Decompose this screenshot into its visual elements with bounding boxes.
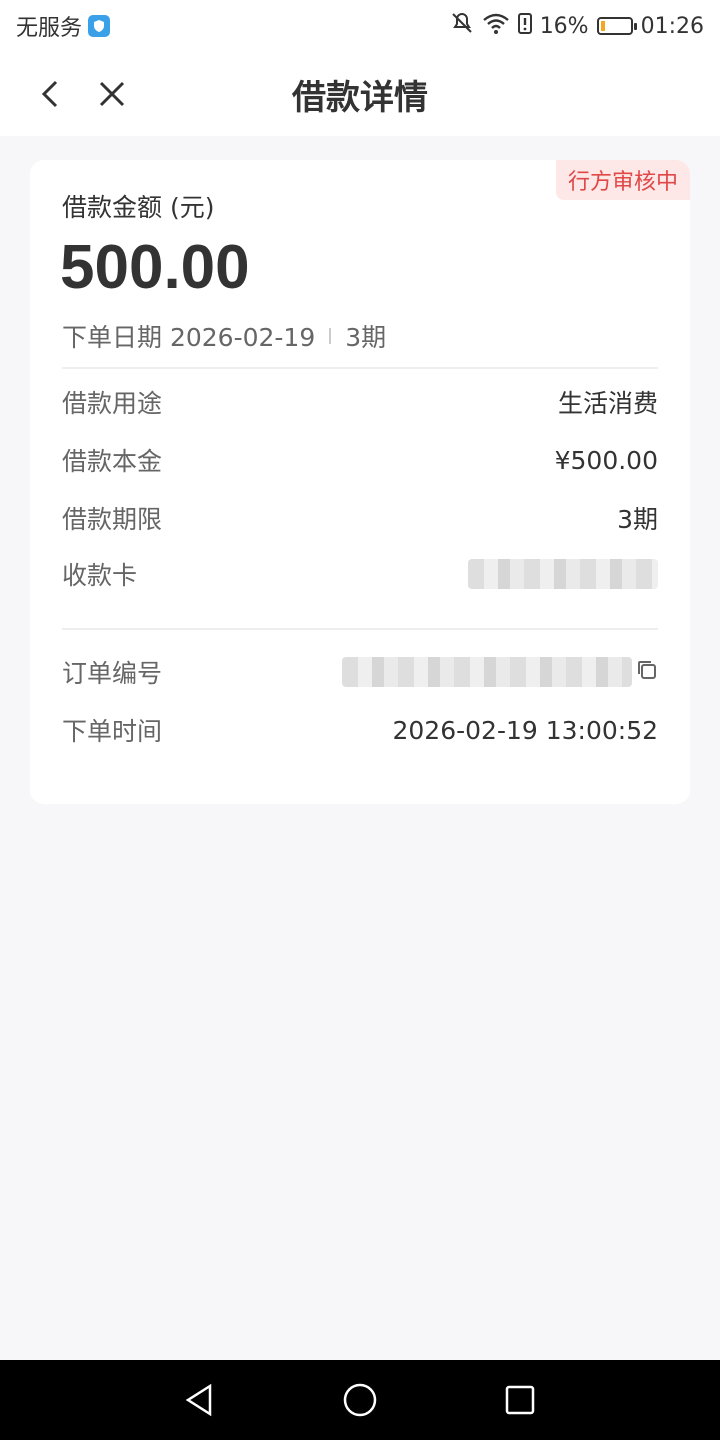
battery-fill [600,21,605,31]
carrier-text: 无服务 [16,16,83,41]
battery-icon [596,17,637,35]
battery-alert-icon [517,11,532,41]
row-label: 订单编号 [62,659,163,688]
square-recents-icon [505,1385,535,1415]
divider [62,367,658,369]
redacted-card-value [468,559,658,589]
redacted-order-number [342,657,632,687]
nav-bar: 借款详情 [0,52,720,136]
copy-icon[interactable] [636,658,658,687]
status-right: 16% 01:26 [450,11,704,41]
row-label: 借款期限 [62,505,163,534]
chevron-left-icon [41,80,58,108]
mute-icon [450,11,474,41]
row-term: 借款期限 3期 [62,498,658,538]
divider [62,628,658,630]
row-value: 2026-02-19 13:00:52 [392,715,658,745]
system-recents-button[interactable] [490,1370,550,1430]
battery-percent: 16% [539,13,589,39]
triangle-back-icon [185,1383,212,1417]
row-value: ¥500.00 [554,445,658,475]
row-label: 借款本金 [62,447,163,476]
status-left: 无服务 [16,10,111,42]
row-label: 下单时间 [62,717,163,746]
clock: 01:26 [640,13,704,39]
row-purpose: 借款用途 生活消费 [62,382,658,422]
row-label: 借款用途 [62,389,163,418]
close-icon [99,81,125,107]
status-bar: 无服务 16% 01:26 [0,0,720,52]
row-value: 生活消费 [557,389,658,418]
row-principal: 借款本金 ¥500.00 [62,440,658,480]
order-periods: 3期 [345,323,387,352]
back-button[interactable] [24,68,76,120]
shield-icon [88,15,111,37]
row-value: 3期 [617,505,658,534]
order-date: 下单日期 2026-02-19 [62,323,316,352]
row-receiving-card: 收款卡 [62,554,658,594]
row-order-time: 下单时间 2026-02-19 13:00:52 [62,710,658,750]
wifi-icon [482,11,510,41]
system-home-button[interactable] [330,1370,390,1430]
loan-detail-card: 行方审核中 借款金额 (元) 500.00 下单日期 2026-02-19 3期… [30,160,690,804]
status-badge: 行方审核中 [555,160,690,200]
system-nav-bar [0,1360,720,1440]
close-button[interactable] [86,68,138,120]
meta-separator [329,328,332,344]
row-order-number: 订单编号 [62,652,658,692]
row-label: 收款卡 [62,561,138,590]
order-number-wrap [342,657,658,687]
circle-home-icon [343,1383,377,1417]
system-back-button[interactable] [170,1370,230,1430]
amount-value: 500.00 [60,233,250,302]
order-meta: 下单日期 2026-02-19 3期 [62,318,386,354]
amount-label: 借款金额 (元) [62,193,215,222]
